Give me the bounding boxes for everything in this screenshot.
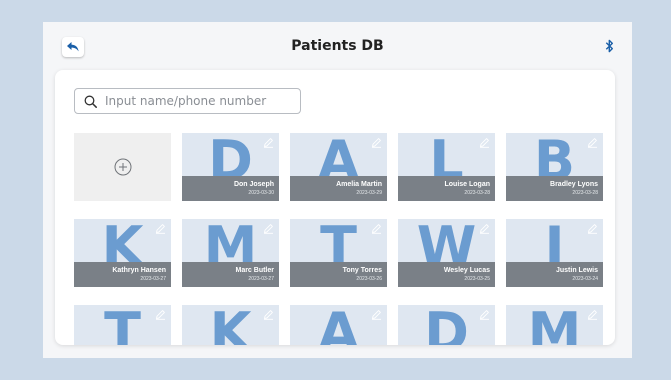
pencil-icon[interactable] [479,223,490,234]
patient-name: Kathryn Hansen [112,267,166,274]
patient-name: Amelia Martin [336,181,382,188]
patient-card[interactable]: M [506,305,603,345]
patient-info-band [182,176,279,201]
search-icon [84,95,97,108]
patient-info-band [290,262,387,287]
patient-name: Wesley Lucas [443,267,490,274]
patient-date: 2023-03-28 [464,190,490,196]
pencil-icon[interactable] [479,137,490,148]
patient-name: Don Joseph [233,181,274,188]
patient-info-band [290,176,387,201]
patients-panel: D Don Joseph 2023-03-30 A Amelia Martin 2023-… [55,70,615,345]
patient-date: 2023-03-25 [464,276,490,282]
patient-date: 2023-03-27 [248,276,274,282]
patient-date: 2023-03-27 [140,276,166,282]
patient-card[interactable]: K [182,305,279,345]
patient-card[interactable]: A [290,305,387,345]
patient-info-band [398,262,495,287]
pencil-icon[interactable] [155,309,166,320]
pencil-icon[interactable] [587,223,598,234]
patient-date: 2023-03-29 [356,190,382,196]
add-patient-button[interactable] [74,133,171,201]
patient-card[interactable]: J Justin Lewis 2023-03-24 [506,219,603,287]
pencil-icon[interactable] [371,223,382,234]
pencil-icon[interactable] [371,309,382,320]
header: Patients DB [43,22,632,70]
patient-date: 2023-03-30 [248,190,274,196]
patient-card[interactable]: D [398,305,495,345]
pencil-icon[interactable] [371,137,382,148]
plus-circle-icon [114,158,131,176]
patient-card[interactable]: M Marc Butler 2023-03-27 [182,219,279,287]
patient-card[interactable]: T [74,305,171,345]
pencil-icon[interactable] [587,309,598,320]
patient-date: 2023-03-26 [356,276,382,282]
patient-card[interactable]: B Bradley Lyons 2023-03-28 [506,133,603,201]
patient-card[interactable]: D Don Joseph 2023-03-30 [182,133,279,201]
patient-card[interactable]: W Wesley Lucas 2023-03-25 [398,219,495,287]
patient-name: Bradley Lyons [550,181,598,188]
patient-info-band [398,176,495,201]
bluetooth-icon[interactable] [605,39,614,53]
pencil-icon[interactable] [587,137,598,148]
patient-date: 2023-03-24 [572,276,598,282]
pencil-icon[interactable] [263,223,274,234]
patient-date: 2023-03-28 [572,190,598,196]
search-box[interactable] [74,88,301,114]
pencil-icon[interactable] [263,309,274,320]
app-window: Patients DB D Don Joseph 2023-03-30 A Amelia… [43,22,632,358]
patient-card[interactable]: K Kathryn Hansen 2023-03-27 [74,219,171,287]
patient-info-band [506,262,603,287]
patient-name: Marc Butler [235,267,274,274]
patient-name: Louise Logan [444,181,491,188]
patient-info-band [182,262,279,287]
patient-info-band [74,262,171,287]
patient-card[interactable]: A Amelia Martin 2023-03-29 [290,133,387,201]
pencil-icon[interactable] [263,137,274,148]
patient-card[interactable]: T Tony Torres 2023-03-26 [290,219,387,287]
page-title: Patients DB [291,38,384,54]
pencil-icon[interactable] [479,309,490,320]
patient-name: Justin Lewis [555,267,598,274]
patient-card[interactable]: L Louise Logan 2023-03-28 [398,133,495,201]
patient-name: Tony Torres [342,267,382,274]
pencil-icon[interactable] [155,223,166,234]
search-input[interactable] [105,94,295,108]
patient-info-band [506,176,603,201]
